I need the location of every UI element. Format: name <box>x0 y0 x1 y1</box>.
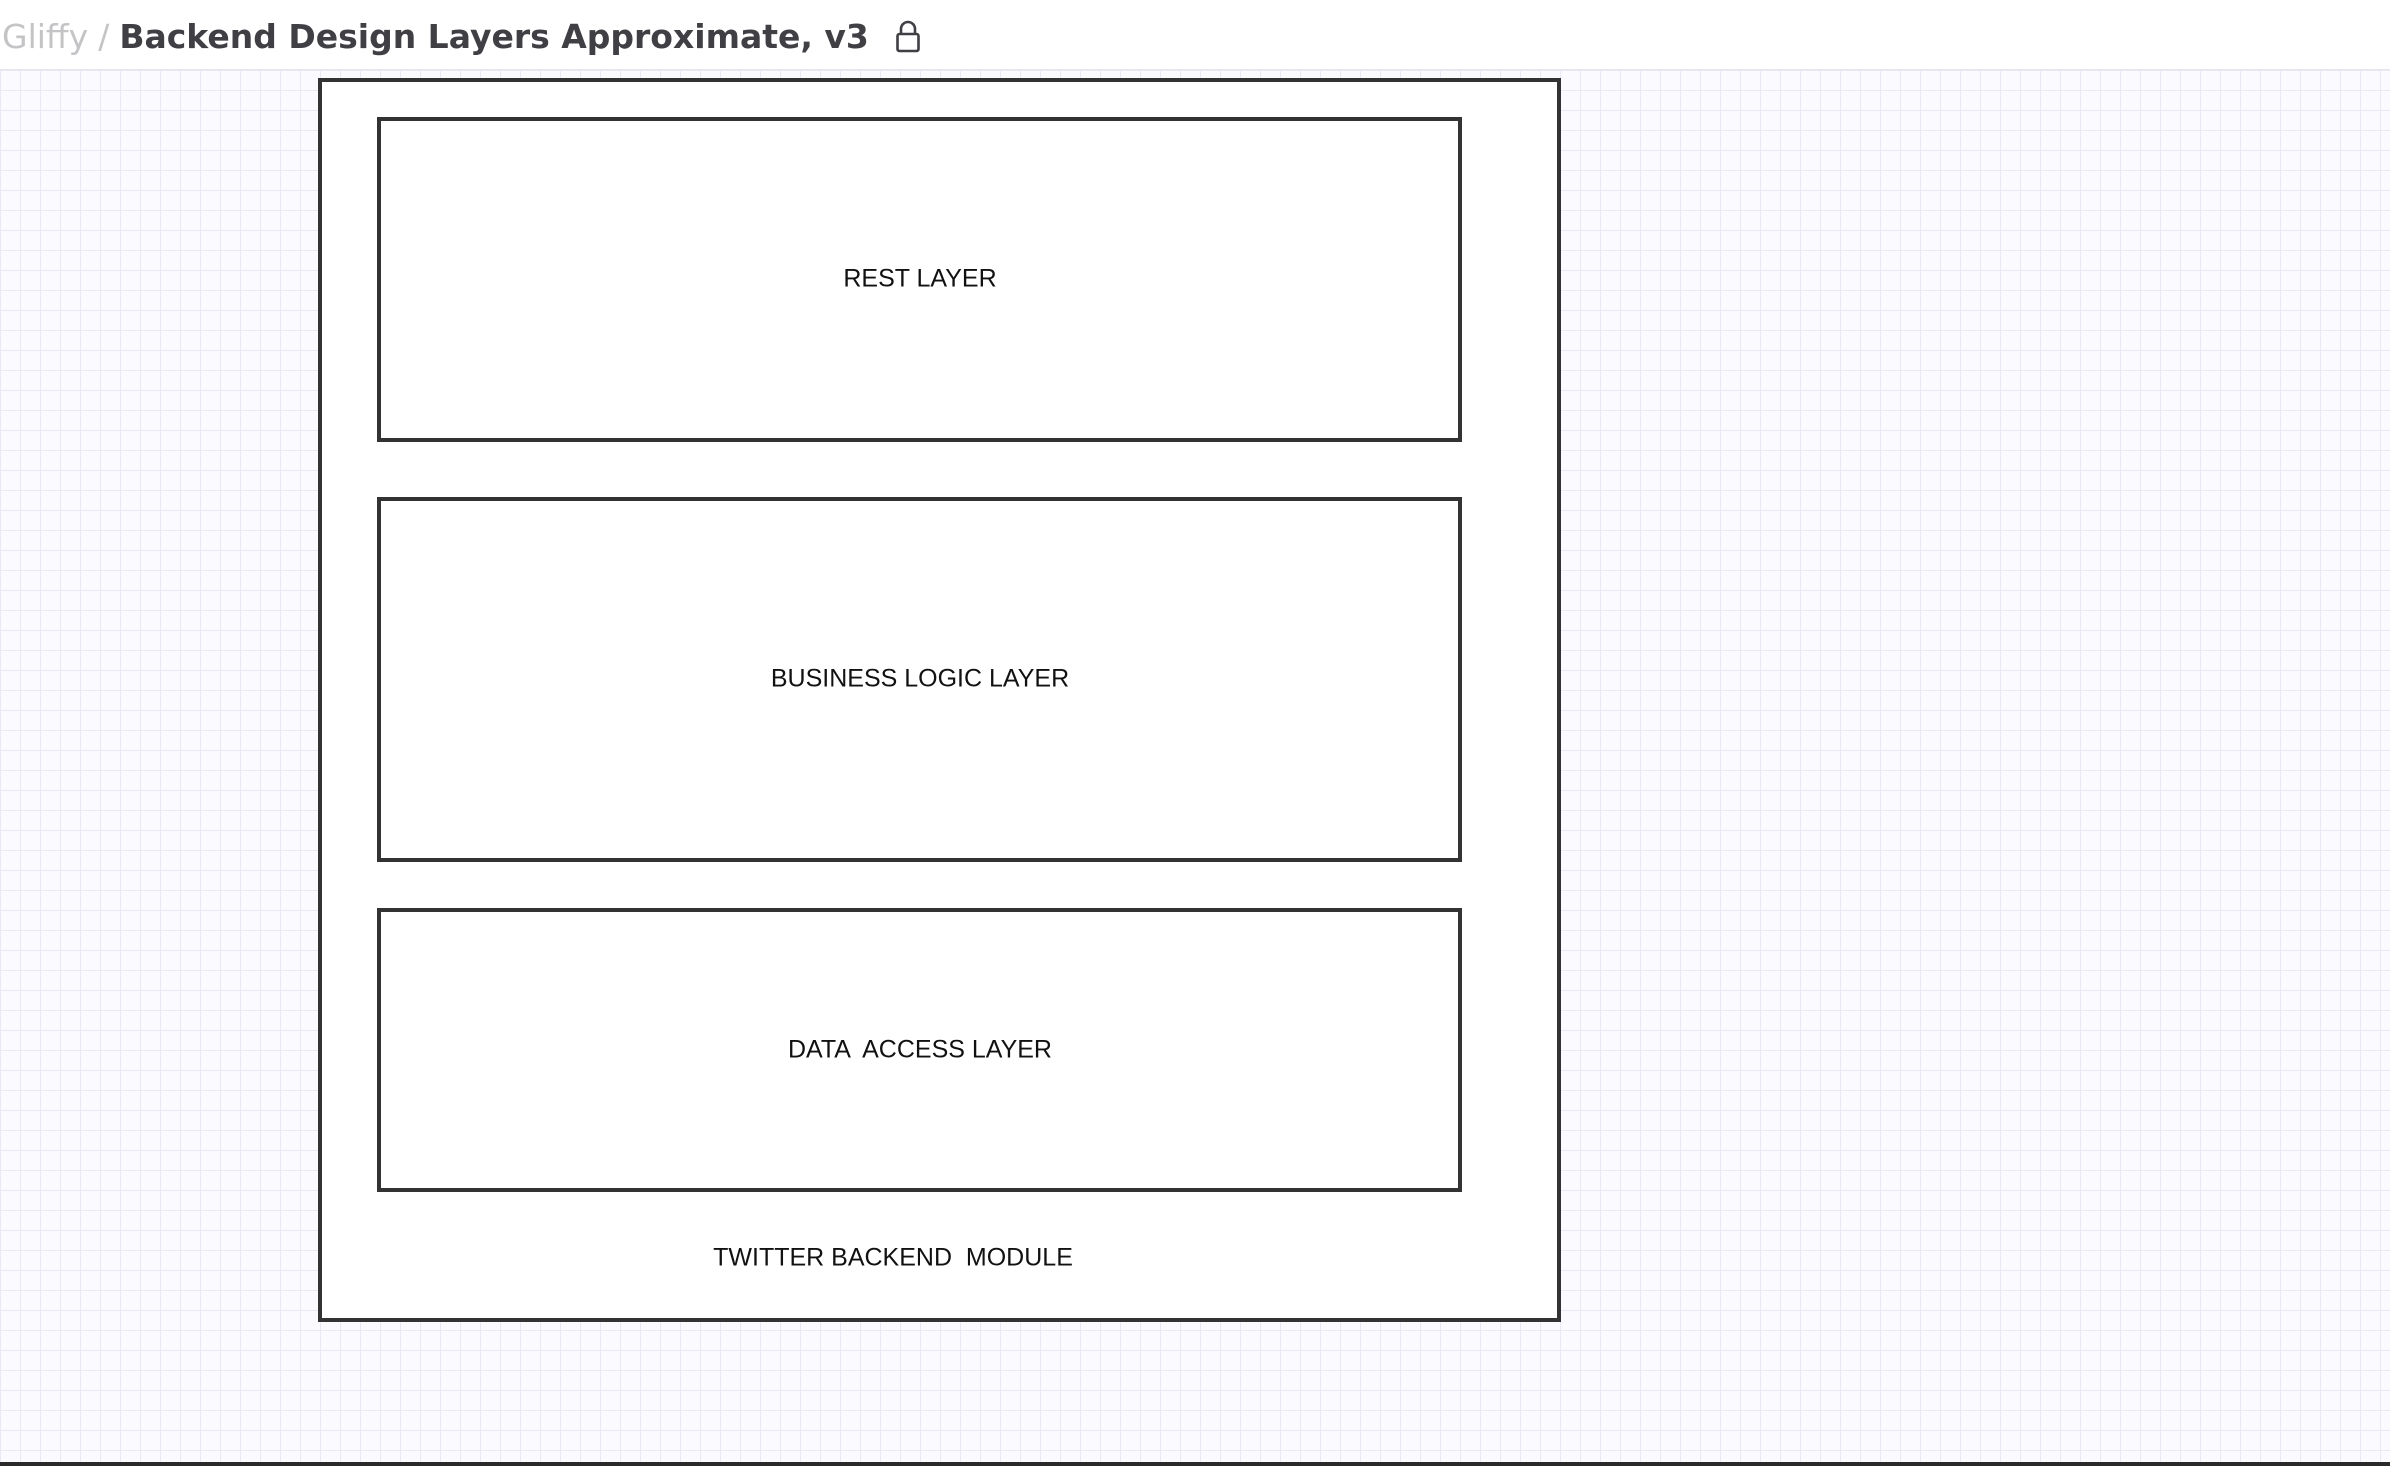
gliffy-editor: Gliffy / Backend Design Layers Approxima… <box>0 0 2390 1466</box>
data-access-layer-label: DATA ACCESS LAYER <box>788 1035 1052 1064</box>
window-bottom-border <box>0 1462 2390 1466</box>
business-logic-layer-label: BUSINESS LOGIC LAYER <box>770 664 1070 693</box>
lock-icon[interactable] <box>895 19 921 53</box>
module-label: TWITTER BACKEND MODULE <box>713 1243 1073 1272</box>
breadcrumb-separator: / <box>98 16 110 56</box>
rest-layer-label: REST LAYER <box>843 264 997 293</box>
header-bar: Gliffy / Backend Design Layers Approxima… <box>0 0 2390 70</box>
diagram-canvas[interactable]: TWITTER BACKEND MODULE REST LAYER BUSINE… <box>0 70 2390 1462</box>
breadcrumb-root-link[interactable]: Gliffy <box>2 17 88 56</box>
page-title[interactable]: Backend Design Layers Approximate, v3 <box>119 17 869 56</box>
breadcrumb: Gliffy / Backend Design Layers Approxima… <box>2 14 921 58</box>
